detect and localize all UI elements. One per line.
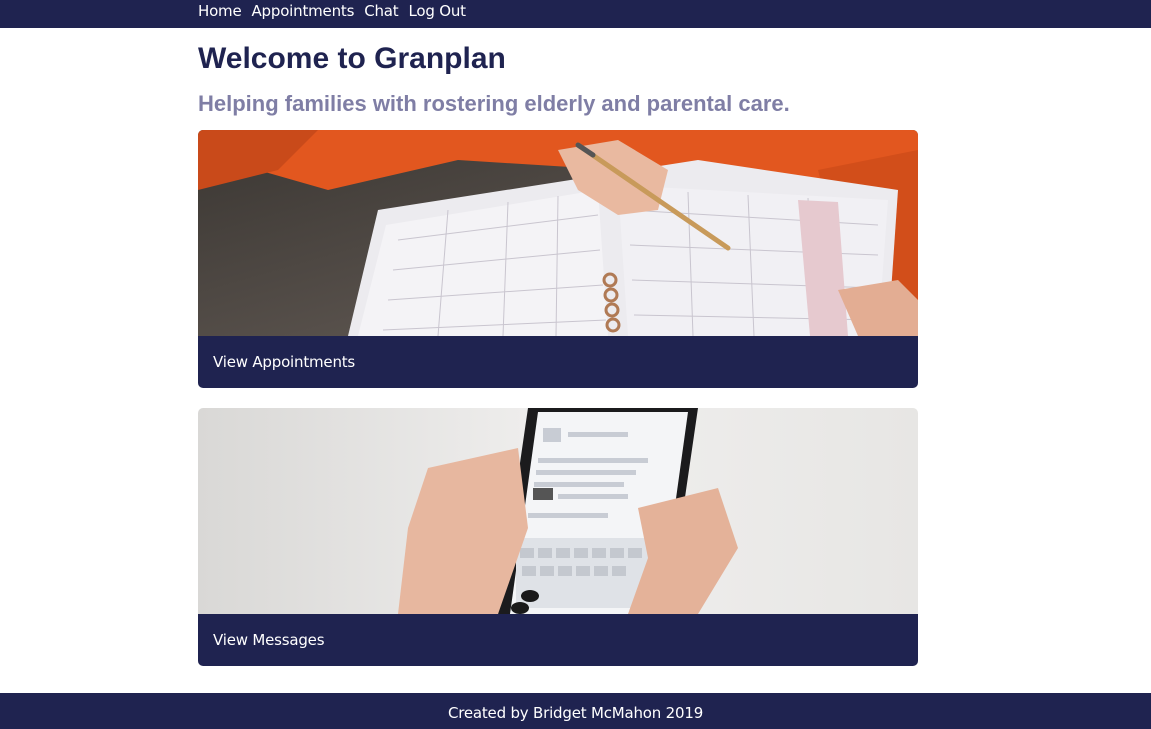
top-navbar: Home Appointments Chat Log Out — [0, 0, 1151, 28]
view-appointments-button[interactable]: View Appointments — [198, 336, 918, 388]
appointments-card[interactable]: View Appointments — [198, 130, 918, 388]
nav-logout-link[interactable]: Log Out — [408, 0, 466, 22]
view-messages-button[interactable]: View Messages — [198, 614, 918, 666]
planner-photo-icon — [198, 130, 918, 336]
nav-links: Home Appointments Chat Log Out — [198, 0, 466, 22]
page-title: Welcome to Granplan — [198, 42, 506, 75]
smartphone-photo-icon — [198, 408, 918, 614]
messages-card[interactable]: View Messages — [198, 408, 918, 666]
nav-chat-link[interactable]: Chat — [364, 0, 398, 22]
nav-home-link[interactable]: Home — [198, 0, 242, 22]
page-subtitle: Helping families with rostering elderly … — [198, 91, 790, 116]
nav-appointments-link[interactable]: Appointments — [252, 0, 355, 22]
page-footer: Created by Bridget McMahon 2019 — [0, 693, 1151, 729]
